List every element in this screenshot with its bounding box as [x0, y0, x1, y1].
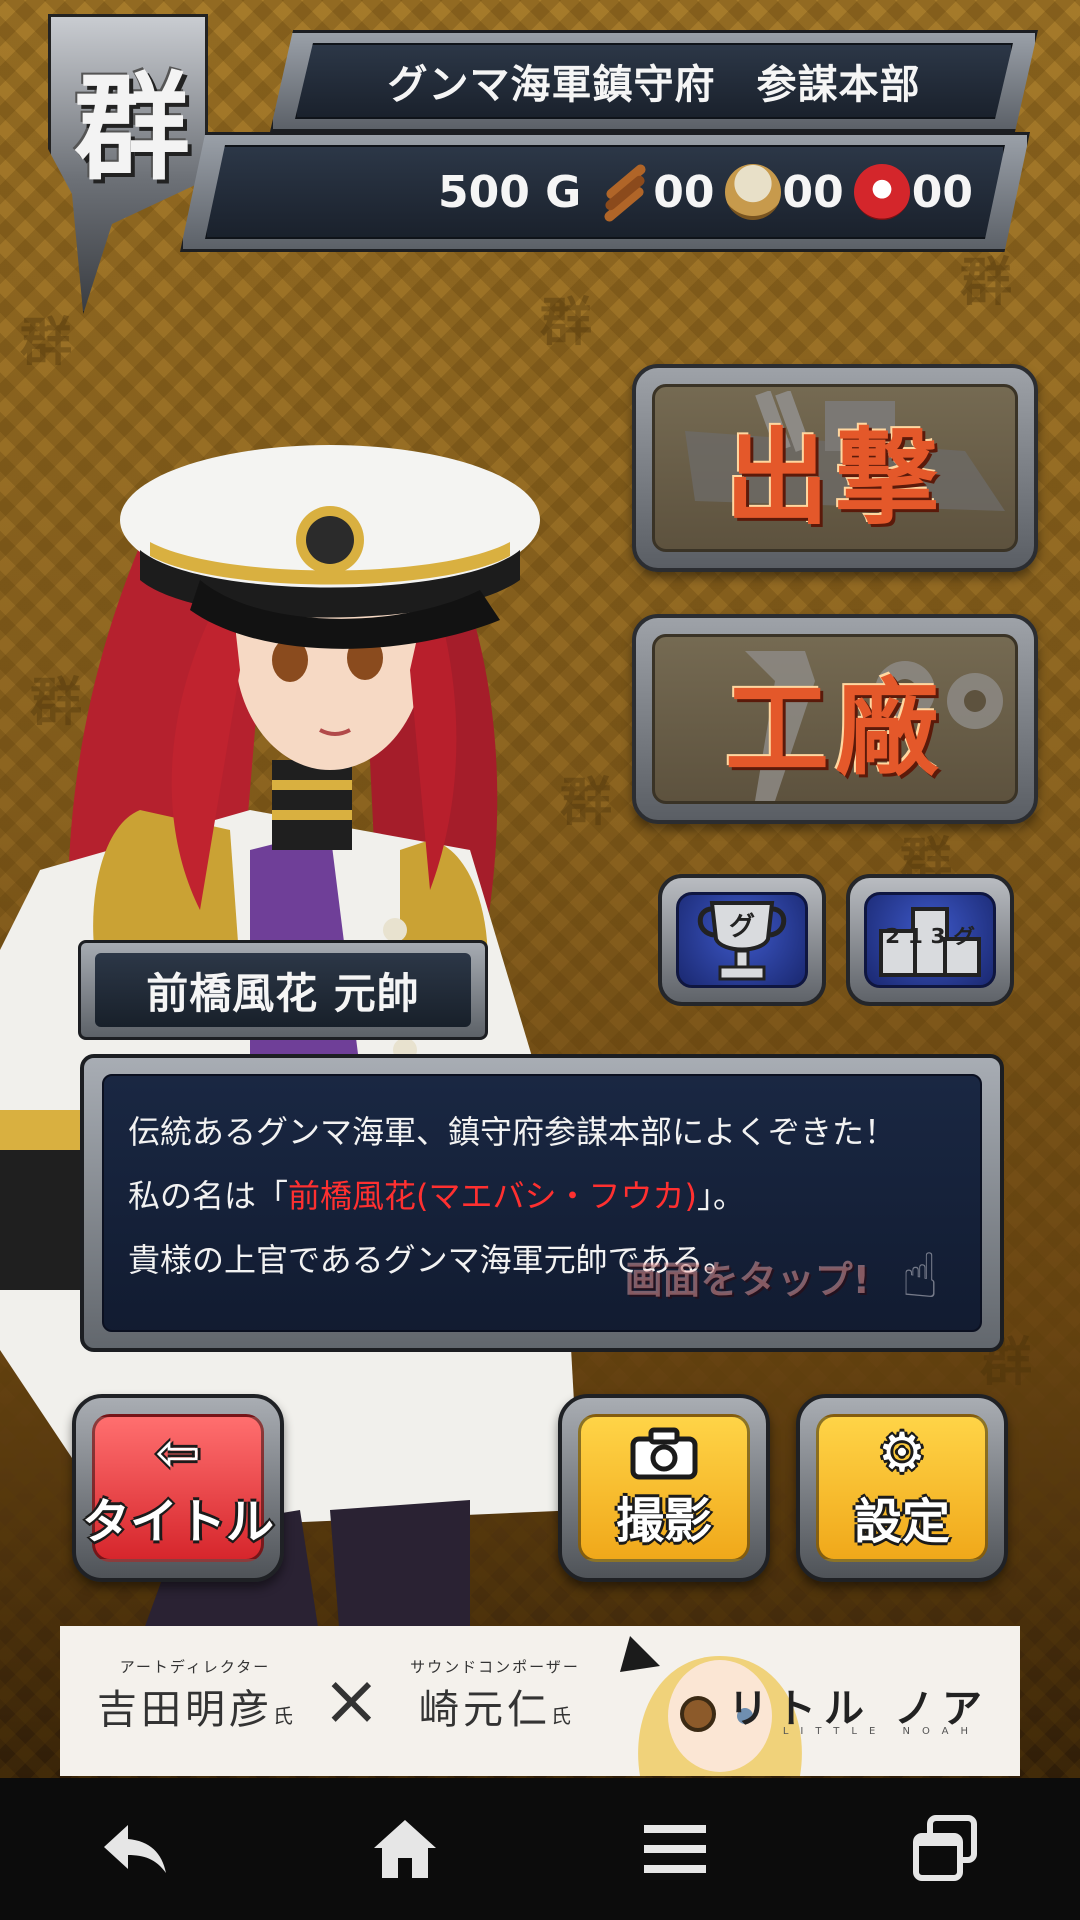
trophy-button[interactable]: グ: [658, 874, 826, 1006]
resource-daruma: 00: [853, 164, 973, 220]
title-plate: グンマ海軍鎮守府 参謀本部: [270, 30, 1038, 132]
recent-apps-icon: [913, 1815, 977, 1881]
gear-icon: ⚙: [877, 1421, 927, 1484]
dialog-highlight-name: 前橋風花(マエバシ・フウカ): [288, 1177, 697, 1215]
podium-label: 2 1 3 グ: [885, 924, 975, 948]
dialog-line-2-prefix: 私の名は「: [128, 1177, 289, 1215]
resource-bar-inner: 500 G 00 00 00: [205, 145, 1005, 239]
camera-icon: [630, 1427, 698, 1480]
trophy-icon: グ: [697, 901, 787, 981]
factory-button[interactable]: 工廠: [632, 614, 1038, 824]
character-name-plate: 前橋風花 元帥: [78, 940, 488, 1040]
ranking-button-face: 2 1 3 グ: [864, 892, 996, 988]
ad-person-1: 吉田明彦氏: [80, 1677, 310, 1735]
resource-skewer: 00: [595, 164, 714, 220]
ad-honorific-1: 氏: [273, 1704, 293, 1728]
resource-bar: 500 G 00 00 00: [180, 132, 1030, 252]
ad-credit-2: サウンドコンポーザー 崎元仁氏: [380, 1656, 610, 1735]
factory-button-face: 工廠: [652, 634, 1018, 804]
cross-icon: ×: [322, 1659, 381, 1741]
skewer-icon: [595, 164, 651, 220]
home-button[interactable]: [345, 1789, 465, 1909]
ad-role-2: サウンドコンポーザー: [410, 1658, 580, 1676]
photo-button-label: 撮影: [615, 1493, 712, 1549]
sortie-label: 出撃: [724, 415, 945, 539]
tap-hint: 画面をタップ!: [624, 1258, 870, 1302]
arrow-left-icon: ⇦: [155, 1421, 201, 1484]
ad-person-1-name: 吉田明彦: [97, 1687, 273, 1733]
recent-apps-button[interactable]: [885, 1789, 1005, 1909]
ad-logo-sub: LITTLE NOAH: [782, 1726, 980, 1737]
title-button-face: ⇦ タイトル: [82, 1414, 274, 1562]
title-button[interactable]: ⇦ タイトル: [72, 1394, 284, 1582]
back-button[interactable]: [75, 1789, 195, 1909]
settings-button-face: ⚙ 設定: [816, 1414, 988, 1562]
settings-button[interactable]: ⚙ 設定: [796, 1394, 1008, 1582]
factory-label: 工廠: [724, 666, 945, 790]
daruma-icon: [853, 164, 910, 220]
ad-honorific-2: 氏: [551, 1704, 571, 1728]
dialog-box[interactable]: 伝統あるグンマ海軍、鎮守府参謀本部によくぞきた！ 私の名は「前橋風花(マエバシ・…: [80, 1054, 1004, 1352]
bowl-count: 00: [782, 166, 844, 218]
dialog-box-inner: 伝統あるグンマ海軍、鎮守府参謀本部によくぞきた！ 私の名は「前橋風花(マエバシ・…: [102, 1074, 982, 1332]
character-name-plate-inner: 前橋風花 元帥: [95, 953, 471, 1027]
dialog-line-2-suffix: 」。: [697, 1177, 746, 1215]
pointing-hand-icon: ☝: [901, 1239, 939, 1312]
daruma-count: 00: [911, 166, 973, 218]
dialog-line-1: 伝統あるグンマ海軍、鎮守府参謀本部によくぞきた！: [128, 1113, 897, 1151]
settings-button-label: 設定: [853, 1494, 950, 1550]
skewer-count: 00: [653, 166, 715, 218]
ranking-button[interactable]: 2 1 3 グ: [846, 874, 1014, 1006]
sortie-button-face: 出撃: [652, 384, 1018, 552]
dialog-line-2: 私の名は「前橋風花(マエバシ・フウカ)」。: [128, 1164, 956, 1228]
photo-button[interactable]: 撮影: [558, 1394, 770, 1582]
resource-bowl: 00: [724, 164, 844, 220]
podium-icon: 2 1 3 グ: [879, 907, 981, 977]
hamburger-menu-icon: [644, 1825, 706, 1873]
ad-credit-1: アートディレクター 吉田明彦氏: [80, 1656, 310, 1735]
ad-role-1: アートディレクター: [119, 1658, 271, 1676]
page-title: グンマ海軍鎮守府 参謀本部: [387, 62, 921, 108]
character-name: 前橋風花 元帥: [146, 968, 420, 1018]
emblem-char: 群: [74, 60, 190, 196]
home-icon: [374, 1820, 436, 1878]
ad-person-2: 崎元仁氏: [380, 1677, 610, 1735]
system-nav-bar: [0, 1778, 1080, 1920]
title-button-label: タイトル: [82, 1494, 275, 1550]
trophy-button-face: グ: [676, 892, 808, 988]
title-plate-inner: グンマ海軍鎮守府 参謀本部: [295, 43, 1013, 119]
gold-amount: 500 G: [438, 166, 582, 218]
back-arrow-icon: [104, 1825, 166, 1873]
menu-button[interactable]: [615, 1789, 735, 1909]
ad-banner[interactable]: アートディレクター 吉田明彦氏 × サウンドコンポーザー 崎元仁氏 リトル ノア…: [60, 1626, 1020, 1776]
trophy-glyph: グ: [729, 912, 755, 942]
sortie-button[interactable]: 出撃: [632, 364, 1038, 572]
photo-button-face: 撮影: [578, 1414, 750, 1562]
bowl-icon: [724, 164, 781, 220]
ad-person-2-name: 崎元仁: [419, 1687, 551, 1733]
